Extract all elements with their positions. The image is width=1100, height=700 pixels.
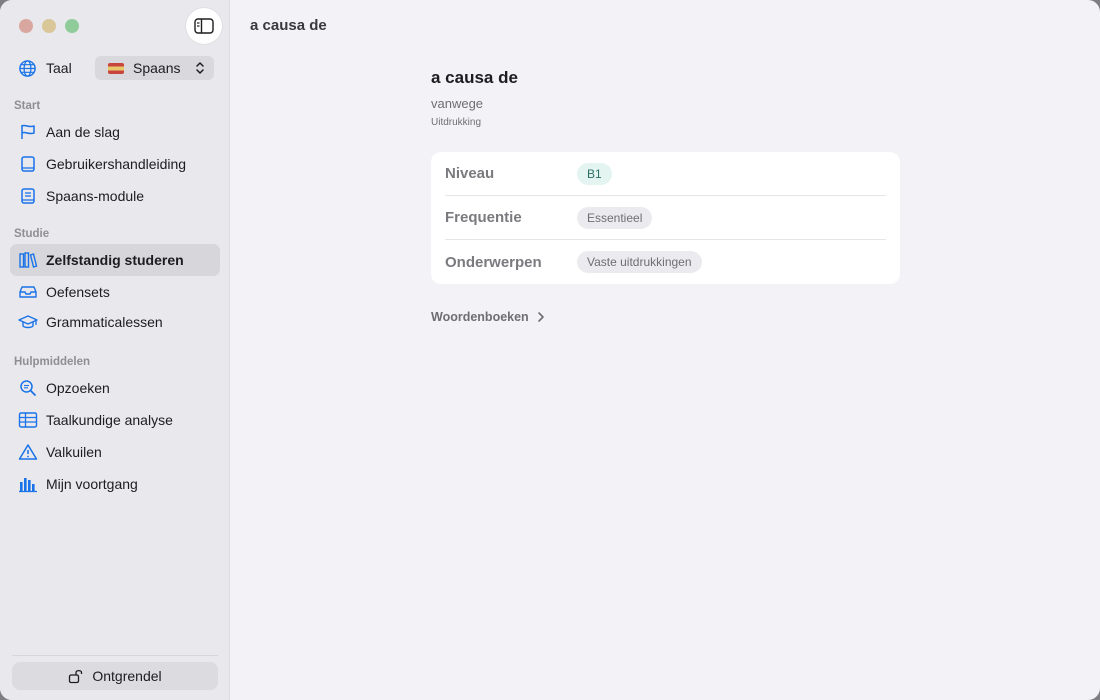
sidebar-item-spaans-module[interactable]: Spaans-module <box>10 180 220 212</box>
entry-word: a causa de <box>431 68 518 87</box>
sidebar-item-label: Zelfstandig studeren <box>46 252 184 268</box>
sidebar-item-valkuilen[interactable]: Valkuilen <box>10 436 220 468</box>
sidebar-item-label: Oefensets <box>46 284 110 300</box>
graduation-cap-icon <box>18 312 38 332</box>
dictionaries-link[interactable]: Woordenboeken <box>431 310 900 324</box>
section-label-start: Start <box>14 100 41 112</box>
chevron-right-icon <box>537 312 544 322</box>
globe-icon <box>19 59 36 77</box>
sidebar-item-label: Spaans-module <box>46 188 145 204</box>
sidebar-item-label: Mijn voortgang <box>46 476 138 492</box>
detail-row-niveau: Niveau B1 <box>445 152 886 196</box>
sidebar-item-label: Gebruikershandleiding <box>46 156 187 172</box>
bar-chart-icon <box>18 474 38 494</box>
book-icon <box>18 154 38 174</box>
sidebar-item-label: Valkuilen <box>46 444 102 460</box>
detail-row-frequentie: Frequentie Essentieel <box>445 196 886 240</box>
module-book-icon <box>18 186 38 206</box>
entry-translation: vanwege <box>431 96 484 111</box>
sidebar-item-grammaticalessen[interactable]: Grammaticalessen <box>10 306 220 338</box>
language-row: Taal Spaans <box>18 56 214 80</box>
chevron-up-down-icon <box>196 62 204 74</box>
sidebar-item-zelfstandig-studeren[interactable]: Zelfstandig studeren <box>10 244 220 276</box>
sidebar-item-label: Grammaticalessen <box>46 314 163 330</box>
table-icon <box>18 410 38 430</box>
sidebar-item-oefensets[interactable]: Oefensets <box>10 276 220 308</box>
sidebar-divider <box>12 655 218 656</box>
section-label-hulpmiddelen: Hulpmiddelen <box>14 356 91 368</box>
entry-details-card: Niveau B1 Frequentie Essentieel Onderwer… <box>431 152 900 284</box>
detail-key: Frequentie <box>445 209 522 226</box>
detail-key: Onderwerpen <box>445 253 542 271</box>
sidebar-item-gebruikershandleiding[interactable]: Gebruikershandleiding <box>10 148 220 180</box>
warning-icon <box>18 442 38 462</box>
level-badge: B1 <box>577 162 612 185</box>
window-title: a causa de <box>250 17 327 34</box>
entry-kind: Uitdrukking <box>431 117 482 128</box>
topic-badge[interactable]: Vaste uitdrukkingen <box>577 251 702 273</box>
sidebar-item-label: Opzoeken <box>46 380 110 396</box>
sidebar-item-label: Taalkundige analyse <box>46 412 173 428</box>
flag-icon <box>18 122 38 142</box>
sidebar-item-taalkundige-analyse[interactable]: Taalkundige analyse <box>10 404 220 436</box>
sidebar-toggle-button[interactable] <box>186 8 222 44</box>
sidebar-item-opzoeken[interactable]: Opzoeken <box>10 372 220 404</box>
detail-key: Niveau <box>445 165 495 182</box>
frequency-badge: Essentieel <box>577 206 653 229</box>
books-icon <box>18 250 38 270</box>
spain-flag-icon <box>108 62 124 74</box>
sidebar-item-mijn-voortgang[interactable]: Mijn voortgang <box>10 468 220 500</box>
sidebar-item-aan-de-slag[interactable]: Aan de slag <box>10 116 220 148</box>
language-select[interactable]: Spaans <box>95 56 214 80</box>
unlock-icon <box>68 668 84 684</box>
language-select-value: Spaans <box>133 60 181 76</box>
section-label-studie: Studie <box>14 228 50 240</box>
app-window: Taal Spaans Start Aan de slag Gebruikers… <box>0 0 1100 700</box>
dictionaries-label: Woordenboeken <box>431 310 529 324</box>
sidebar: Taal Spaans Start Aan de slag Gebruikers… <box>0 0 230 700</box>
unlock-button[interactable]: Ontgrendel <box>12 662 218 690</box>
tray-icon <box>18 282 38 302</box>
sidebar-item-label: Aan de slag <box>46 124 120 140</box>
minimize-window-button[interactable] <box>42 19 56 33</box>
sidebar-toggle-icon <box>194 18 214 34</box>
language-label: Taal <box>46 60 72 76</box>
search-icon <box>18 378 38 398</box>
unlock-label: Ontgrendel <box>92 668 162 684</box>
detail-row-onderwerpen: Onderwerpen Vaste uitdrukkingen <box>445 240 886 284</box>
entry-detail: a causa de vanwege Uitdrukking Niveau B1… <box>431 68 900 324</box>
zoom-window-button[interactable] <box>65 19 79 33</box>
close-window-button[interactable] <box>19 19 33 33</box>
main-content: a causa de a causa de vanwege Uitdrukkin… <box>230 0 1100 700</box>
window-controls <box>19 19 79 33</box>
